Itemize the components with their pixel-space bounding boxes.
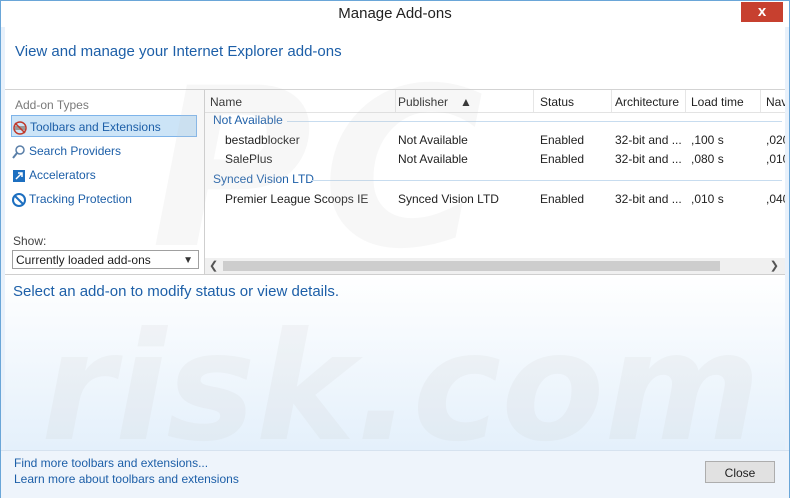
row-navigation-time: ,040 <box>766 192 785 206</box>
close-button[interactable]: Close <box>705 461 775 483</box>
watermark-text: risk.com <box>41 301 761 475</box>
sidebar-item-label: Tracking Protection <box>29 192 132 206</box>
title-bar: Manage Add-ons x <box>1 1 789 27</box>
window-title: Manage Add-ons <box>338 5 452 22</box>
row-architecture: 32-bit and ... <box>615 152 682 166</box>
row-status: Enabled <box>540 133 585 147</box>
row-load-time: ,010 s <box>691 192 724 206</box>
window-close-button[interactable]: x <box>741 2 783 22</box>
column-divider[interactable] <box>533 90 534 112</box>
sidebar-item-label: Accelerators <box>29 168 96 182</box>
addon-types-label: Add-on Types <box>15 98 89 112</box>
column-header-status[interactable]: Status <box>540 95 574 109</box>
manage-addons-window: Manage Add-ons x View and manage your In… <box>0 0 790 498</box>
sidebar-item-label: Toolbars and Extensions <box>30 120 161 134</box>
toolbars-extensions-icon <box>13 121 27 135</box>
search-icon <box>12 145 25 159</box>
show-filter-value: Currently loaded add-ons <box>16 253 151 267</box>
show-label: Show: <box>13 234 47 248</box>
column-divider[interactable] <box>760 90 761 112</box>
tracking-protection-icon <box>12 192 26 207</box>
column-divider[interactable] <box>611 90 612 112</box>
row-architecture: 32-bit and ... <box>615 133 682 147</box>
column-header-navigation[interactable]: Nav <box>766 95 785 109</box>
row-navigation-time: ,020 <box>766 133 785 147</box>
learn-more-toolbars-link[interactable]: Learn more about toolbars and extensions <box>14 472 239 486</box>
row-navigation-time: ,010 <box>766 152 785 166</box>
column-divider[interactable] <box>685 90 686 112</box>
sidebar-item-label: Search Providers <box>29 144 122 158</box>
scroll-right-icon[interactable]: ❯ <box>770 259 779 272</box>
row-architecture: 32-bit and ... <box>615 192 682 206</box>
row-status: Enabled <box>540 152 585 166</box>
row-load-time: ,080 s <box>691 152 724 166</box>
column-header-architecture[interactable]: Architecture <box>615 95 679 109</box>
footer: Find more toolbars and extensions... Lea… <box>1 450 789 498</box>
row-load-time: ,100 s <box>691 133 724 147</box>
accelerator-icon <box>13 169 25 182</box>
row-status: Enabled <box>540 192 585 206</box>
find-more-toolbars-link[interactable]: Find more toolbars and extensions... <box>14 456 208 470</box>
column-header-load-time[interactable]: Load time <box>691 95 744 109</box>
watermark-logo: PC <box>151 41 494 297</box>
